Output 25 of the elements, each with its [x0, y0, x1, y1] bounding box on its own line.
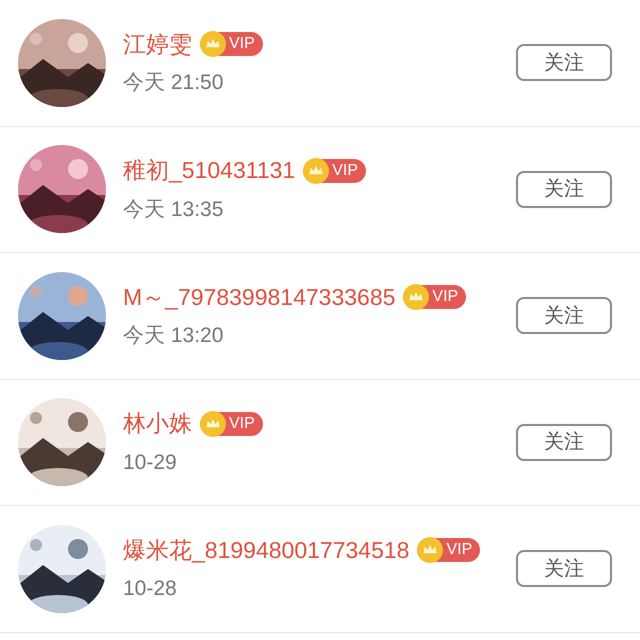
user-name: 爆米花_8199480017734518 — [123, 536, 410, 565]
follow-button[interactable]: 关注 — [516, 550, 612, 588]
time-text: 今天 13:35 — [123, 196, 224, 223]
time-text: 今天 13:20 — [123, 323, 224, 350]
follow-button[interactable]: 关注 — [516, 44, 612, 82]
user-name: 稚初_510431131 — [123, 156, 296, 186]
crown-icon — [200, 31, 226, 57]
time-text: 10-28 — [123, 576, 178, 602]
crown-icon — [417, 537, 444, 563]
crown-icon — [200, 410, 226, 436]
time-text: 今天 21:50 — [123, 70, 224, 96]
time-text: 10-29 — [123, 450, 178, 476]
follow-button[interactable]: 关注 — [516, 424, 612, 461]
crown-icon — [303, 158, 330, 184]
vip-badge: VIP — [200, 32, 263, 56]
follow-button[interactable]: 关注 — [516, 297, 612, 334]
vip-badge: VIP — [200, 412, 263, 436]
user-name: 江婷雯 — [123, 30, 192, 59]
follow-button[interactable]: 关注 — [516, 170, 612, 208]
user-name: 林小姝 — [123, 409, 192, 438]
user-name: M～_79783998147333685 — [123, 282, 396, 312]
crown-icon — [403, 284, 430, 310]
vip-badge: VIP — [303, 158, 366, 182]
vip-badge: VIP — [417, 538, 480, 562]
vip-badge: VIP — [403, 285, 466, 309]
